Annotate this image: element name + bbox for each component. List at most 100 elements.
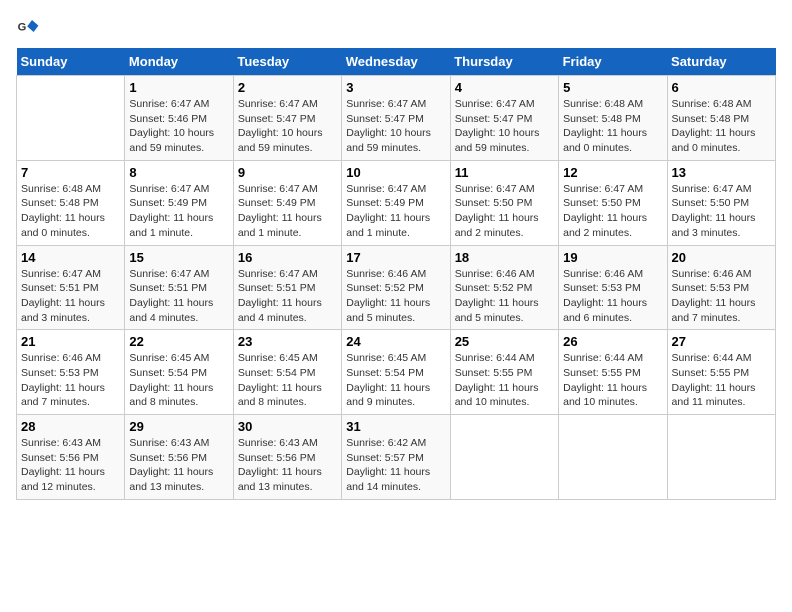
calendar-cell: 6 Sunrise: 6:48 AM Sunset: 5:48 PM Daylig…: [667, 76, 775, 161]
calendar-cell: 9 Sunrise: 6:47 AM Sunset: 5:49 PM Daylig…: [233, 160, 341, 245]
day-info: Sunrise: 6:47 AM Sunset: 5:47 PM Dayligh…: [238, 97, 337, 156]
day-info: Sunrise: 6:47 AM Sunset: 5:49 PM Dayligh…: [346, 182, 445, 241]
day-number: 7: [21, 165, 120, 180]
calendar-cell: 12 Sunrise: 6:47 AM Sunset: 5:50 PM Dayli…: [559, 160, 667, 245]
calendar-cell: 24 Sunrise: 6:45 AM Sunset: 5:54 PM Dayli…: [342, 330, 450, 415]
calendar-header-row: SundayMondayTuesdayWednesdayThursdayFrid…: [17, 48, 776, 76]
day-of-week-header: Thursday: [450, 48, 558, 76]
day-number: 29: [129, 419, 228, 434]
day-number: 3: [346, 80, 445, 95]
day-of-week-header: Saturday: [667, 48, 775, 76]
calendar-cell: 15 Sunrise: 6:47 AM Sunset: 5:51 PM Dayli…: [125, 245, 233, 330]
day-of-week-header: Wednesday: [342, 48, 450, 76]
day-number: 16: [238, 250, 337, 265]
calendar-cell: 20 Sunrise: 6:46 AM Sunset: 5:53 PM Dayli…: [667, 245, 775, 330]
day-number: 9: [238, 165, 337, 180]
calendar-cell: 4 Sunrise: 6:47 AM Sunset: 5:47 PM Daylig…: [450, 76, 558, 161]
day-number: 8: [129, 165, 228, 180]
calendar-cell: 30 Sunrise: 6:43 AM Sunset: 5:56 PM Dayli…: [233, 415, 341, 500]
calendar-cell: 7 Sunrise: 6:48 AM Sunset: 5:48 PM Daylig…: [17, 160, 125, 245]
day-number: 30: [238, 419, 337, 434]
day-info: Sunrise: 6:46 AM Sunset: 5:52 PM Dayligh…: [346, 267, 445, 326]
day-of-week-header: Sunday: [17, 48, 125, 76]
calendar-cell: 29 Sunrise: 6:43 AM Sunset: 5:56 PM Dayli…: [125, 415, 233, 500]
day-info: Sunrise: 6:44 AM Sunset: 5:55 PM Dayligh…: [672, 351, 771, 410]
day-info: Sunrise: 6:43 AM Sunset: 5:56 PM Dayligh…: [129, 436, 228, 495]
day-number: 24: [346, 334, 445, 349]
calendar-cell: 21 Sunrise: 6:46 AM Sunset: 5:53 PM Dayli…: [17, 330, 125, 415]
calendar-cell: 11 Sunrise: 6:47 AM Sunset: 5:50 PM Dayli…: [450, 160, 558, 245]
day-info: Sunrise: 6:45 AM Sunset: 5:54 PM Dayligh…: [129, 351, 228, 410]
day-number: 6: [672, 80, 771, 95]
day-info: Sunrise: 6:47 AM Sunset: 5:51 PM Dayligh…: [21, 267, 120, 326]
day-info: Sunrise: 6:46 AM Sunset: 5:53 PM Dayligh…: [21, 351, 120, 410]
day-number: 18: [455, 250, 554, 265]
day-number: 4: [455, 80, 554, 95]
day-info: Sunrise: 6:47 AM Sunset: 5:49 PM Dayligh…: [129, 182, 228, 241]
day-number: 22: [129, 334, 228, 349]
calendar-cell: 2Sunrise: 6:47 AM Sunset: 5:47 PM Daylig…: [233, 76, 341, 161]
day-info: Sunrise: 6:47 AM Sunset: 5:47 PM Dayligh…: [346, 97, 445, 156]
day-info: Sunrise: 6:45 AM Sunset: 5:54 PM Dayligh…: [238, 351, 337, 410]
day-info: Sunrise: 6:47 AM Sunset: 5:50 PM Dayligh…: [563, 182, 662, 241]
page-header: G: [16, 16, 776, 40]
day-info: Sunrise: 6:47 AM Sunset: 5:47 PM Dayligh…: [455, 97, 554, 156]
day-number: 17: [346, 250, 445, 265]
day-number: 12: [563, 165, 662, 180]
day-number: 1: [129, 80, 228, 95]
calendar-cell: 16 Sunrise: 6:47 AM Sunset: 5:51 PM Dayli…: [233, 245, 341, 330]
day-info: Sunrise: 6:43 AM Sunset: 5:56 PM Dayligh…: [238, 436, 337, 495]
calendar-cell: 26Sunrise: 6:44 AM Sunset: 5:55 PM Dayli…: [559, 330, 667, 415]
calendar-cell: 13 Sunrise: 6:47 AM Sunset: 5:50 PM Dayli…: [667, 160, 775, 245]
day-info: Sunrise: 6:43 AM Sunset: 5:56 PM Dayligh…: [21, 436, 120, 495]
calendar-cell: 8 Sunrise: 6:47 AM Sunset: 5:49 PM Daylig…: [125, 160, 233, 245]
logo-icon: G: [16, 16, 40, 40]
day-info: Sunrise: 6:45 AM Sunset: 5:54 PM Dayligh…: [346, 351, 445, 410]
logo: G: [16, 16, 44, 40]
day-info: Sunrise: 6:47 AM Sunset: 5:46 PM Dayligh…: [129, 97, 228, 156]
day-info: Sunrise: 6:47 AM Sunset: 5:51 PM Dayligh…: [238, 267, 337, 326]
calendar-table: SundayMondayTuesdayWednesdayThursdayFrid…: [16, 48, 776, 500]
day-number: 5: [563, 80, 662, 95]
day-info: Sunrise: 6:46 AM Sunset: 5:52 PM Dayligh…: [455, 267, 554, 326]
calendar-cell: 5 Sunrise: 6:48 AM Sunset: 5:48 PM Daylig…: [559, 76, 667, 161]
day-of-week-header: Monday: [125, 48, 233, 76]
day-number: 15: [129, 250, 228, 265]
day-number: 20: [672, 250, 771, 265]
svg-text:G: G: [18, 21, 27, 33]
day-info: Sunrise: 6:44 AM Sunset: 5:55 PM Dayligh…: [455, 351, 554, 410]
day-number: 27: [672, 334, 771, 349]
day-number: 10: [346, 165, 445, 180]
calendar-cell: 25 Sunrise: 6:44 AM Sunset: 5:55 PM Dayli…: [450, 330, 558, 415]
day-number: 28: [21, 419, 120, 434]
day-number: 31: [346, 419, 445, 434]
day-number: 19: [563, 250, 662, 265]
calendar-cell: 1 Sunrise: 6:47 AM Sunset: 5:46 PM Daylig…: [125, 76, 233, 161]
day-of-week-header: Friday: [559, 48, 667, 76]
day-info: Sunrise: 6:46 AM Sunset: 5:53 PM Dayligh…: [672, 267, 771, 326]
day-number: 13: [672, 165, 771, 180]
day-number: 26: [563, 334, 662, 349]
calendar-week-row: 21 Sunrise: 6:46 AM Sunset: 5:53 PM Dayli…: [17, 330, 776, 415]
day-info: Sunrise: 6:48 AM Sunset: 5:48 PM Dayligh…: [563, 97, 662, 156]
day-info: Sunrise: 6:46 AM Sunset: 5:53 PM Dayligh…: [563, 267, 662, 326]
calendar-cell: 19 Sunrise: 6:46 AM Sunset: 5:53 PM Dayli…: [559, 245, 667, 330]
day-number: 21: [21, 334, 120, 349]
calendar-cell: 10 Sunrise: 6:47 AM Sunset: 5:49 PM Dayli…: [342, 160, 450, 245]
day-info: Sunrise: 6:47 AM Sunset: 5:51 PM Dayligh…: [129, 267, 228, 326]
calendar-cell: 17 Sunrise: 6:46 AM Sunset: 5:52 PM Dayli…: [342, 245, 450, 330]
calendar-cell: 28 Sunrise: 6:43 AM Sunset: 5:56 PM Dayli…: [17, 415, 125, 500]
day-number: 25: [455, 334, 554, 349]
day-number: 14: [21, 250, 120, 265]
calendar-cell: 27 Sunrise: 6:44 AM Sunset: 5:55 PM Dayli…: [667, 330, 775, 415]
day-info: Sunrise: 6:47 AM Sunset: 5:49 PM Dayligh…: [238, 182, 337, 241]
day-info: Sunrise: 6:47 AM Sunset: 5:50 PM Dayligh…: [455, 182, 554, 241]
calendar-week-row: 14 Sunrise: 6:47 AM Sunset: 5:51 PM Dayli…: [17, 245, 776, 330]
day-info: Sunrise: 6:48 AM Sunset: 5:48 PM Dayligh…: [21, 182, 120, 241]
day-number: 11: [455, 165, 554, 180]
day-info: Sunrise: 6:47 AM Sunset: 5:50 PM Dayligh…: [672, 182, 771, 241]
day-info: Sunrise: 6:42 AM Sunset: 5:57 PM Dayligh…: [346, 436, 445, 495]
calendar-cell: [559, 415, 667, 500]
day-info: Sunrise: 6:48 AM Sunset: 5:48 PM Dayligh…: [672, 97, 771, 156]
calendar-cell: 23Sunrise: 6:45 AM Sunset: 5:54 PM Dayli…: [233, 330, 341, 415]
